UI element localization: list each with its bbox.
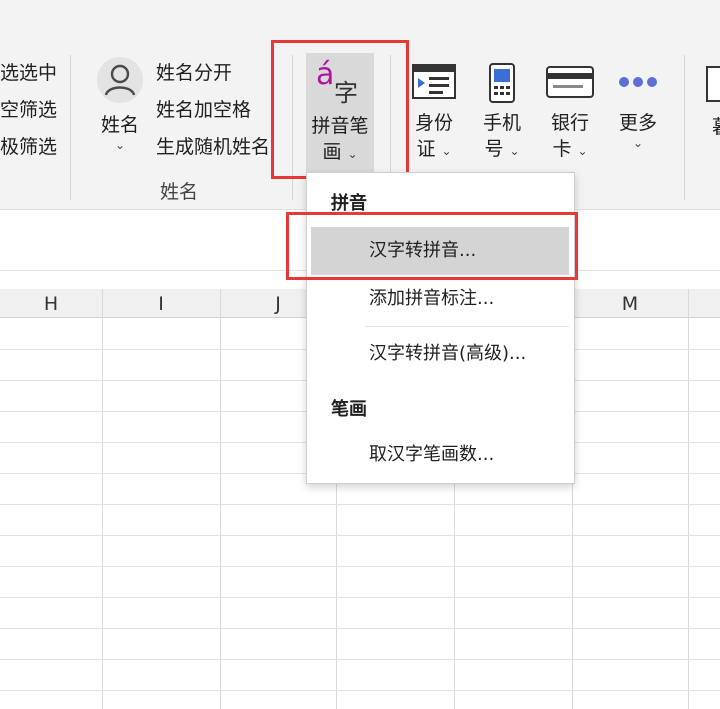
person-icon <box>97 57 143 103</box>
phone-icon <box>489 63 515 103</box>
id-card-label-line1: 身份 <box>414 112 453 134</box>
more-dots-icon <box>619 77 657 87</box>
grid-line <box>220 289 221 709</box>
column-header-m[interactable]: M <box>572 289 688 317</box>
menu-item-label: 汉字转拼音(高级)... <box>369 343 527 364</box>
phone-number-button[interactable]: 手机 号 ⌄ <box>472 62 532 164</box>
split-name-item[interactable]: 姓名分开 <box>156 62 232 84</box>
more-label: 更多 <box>618 112 657 134</box>
bank-card-button[interactable]: 银行 卡 ⌄ <box>540 62 600 164</box>
filter-command-partial-1[interactable]: 选选中 <box>0 62 57 84</box>
grid-line <box>0 566 720 567</box>
chevron-down-icon: ⌄ <box>114 138 126 152</box>
menu-item-get-stroke-count[interactable]: 取汉字笔画数... <box>311 431 569 479</box>
bank-card-icon <box>546 66 594 98</box>
id-card-label-line2: 证 ⌄ <box>416 138 452 160</box>
id-card-button[interactable]: 身份 证 ⌄ <box>404 62 464 164</box>
menu-item-add-pinyin-annotation[interactable]: 添加拼音标注... <box>311 275 569 323</box>
partial-right-command-icon[interactable] <box>706 66 720 102</box>
name-group-label: 姓名 <box>160 181 199 203</box>
grid-line <box>688 289 689 709</box>
chevron-down-icon: ⌄ <box>509 144 520 158</box>
name-add-space-item[interactable]: 姓名加空格 <box>156 99 251 121</box>
grid-line <box>0 504 720 505</box>
menu-item-label: 添加拼音标注... <box>369 288 495 309</box>
grid-line <box>102 289 103 709</box>
name-button-label: 姓名 <box>100 114 139 136</box>
group-separator <box>684 55 685 200</box>
filter-command-partial-3[interactable]: 极筛选 <box>0 136 57 158</box>
bank-card-label-line1: 银行 <box>550 112 589 134</box>
menu-item-label: 取汉字笔画数... <box>369 444 495 465</box>
chevron-down-icon: ⌄ <box>632 136 644 150</box>
menu-divider <box>365 326 569 327</box>
phone-label-line2: 号 ⌄ <box>484 138 520 160</box>
column-header-i[interactable]: I <box>102 289 220 317</box>
column-header-h[interactable]: H <box>0 289 102 317</box>
grid-line <box>0 628 720 629</box>
grid-line <box>0 659 720 660</box>
highlight-box-pinyin-button <box>271 40 409 179</box>
bank-card-label-line2: 卡 ⌄ <box>552 138 588 160</box>
grid-line <box>0 690 720 691</box>
chevron-down-icon: ⌄ <box>441 144 452 158</box>
filter-command-partial-2[interactable]: 空筛选 <box>0 99 57 121</box>
partial-right-command-label: 暮 <box>712 116 720 138</box>
menu-section-strokes: 笔画 <box>331 399 367 420</box>
phone-label-line1: 手机 <box>482 112 521 134</box>
menu-item-hanzi-to-pinyin-advanced[interactable]: 汉字转拼音(高级)... <box>311 330 569 378</box>
name-button[interactable]: 姓名 ⌄ <box>88 56 152 152</box>
id-card-icon <box>412 64 456 99</box>
grid-line <box>0 597 720 598</box>
more-button[interactable]: 更多 ⌄ <box>608 62 668 150</box>
highlight-box-menu-item <box>286 212 578 280</box>
grid-line <box>0 535 720 536</box>
chevron-down-icon: ⌄ <box>577 144 588 158</box>
generate-random-name-item[interactable]: 生成随机姓名 <box>156 136 270 158</box>
group-separator <box>70 55 71 200</box>
